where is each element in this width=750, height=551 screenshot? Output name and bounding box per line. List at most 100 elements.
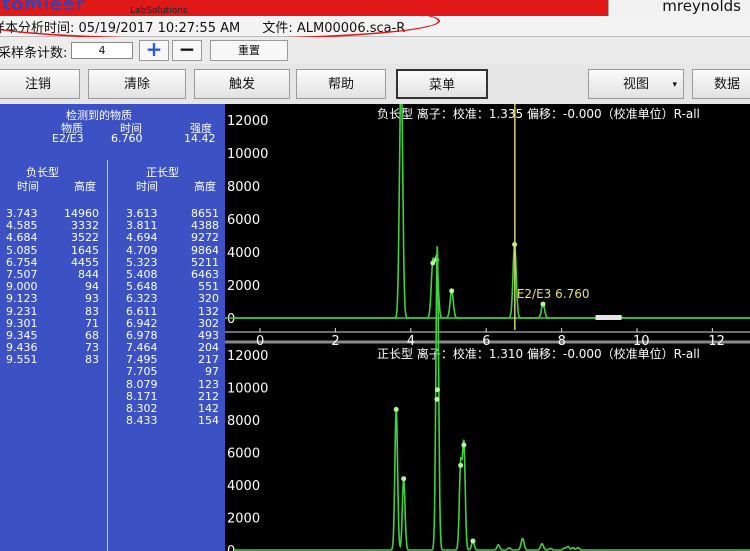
pos-peak-row: 6.611 132 <box>126 304 219 318</box>
neg-time-header: 时间 <box>17 180 39 193</box>
top-x-tick: 10 <box>633 334 650 349</box>
data-button[interactable]: 数据 <box>692 69 750 99</box>
chromatogram-svg: 负长型 离子：校准：1.335 偏移：-0.000（校准单位）R-all 正长型… <box>225 104 750 551</box>
pos-peak-row: 4.694 9272 <box>126 232 219 244</box>
detected-time: 6.760 <box>111 132 143 145</box>
detected-intensity: 14.42 <box>184 132 216 145</box>
top-y-tick: 10000 <box>227 147 268 162</box>
top-x-tick: 6 <box>482 334 490 349</box>
retention-marker-label: E2/E3 6.760 <box>517 287 590 301</box>
pos-peak-height: 132 <box>198 304 219 318</box>
bottom-plot-header: 正长型 离子：校准：1.310 偏移：-0.000（校准单位）R-all <box>377 346 700 361</box>
peak-marker <box>435 387 441 393</box>
clear-button[interactable]: 清除 <box>88 69 186 99</box>
bottom-y-tick: 12000 <box>227 349 268 364</box>
pos-peak-time: 7.705 <box>126 365 158 379</box>
pos-peak-time: 4.709 <box>126 243 158 257</box>
top-axis: 12000 10000 8000 6000 4000 2000 0 0 2 4 6 8 10 12 <box>225 114 750 349</box>
detected-substance: E2/E3 <box>52 132 84 145</box>
bottom-y-tick: 10000 <box>227 382 268 397</box>
chromatogram-area: 负长型 离子：校准：1.335 偏移：-0.000（校准单位）R-all 正长型… <box>225 104 750 551</box>
neg-peak-time: 9.231 <box>6 304 38 318</box>
pos-time-header: 时间 <box>136 180 158 193</box>
neg-peak-row: 5.085 1645 <box>6 243 99 257</box>
pos-peak-time: 6.323 <box>126 292 158 306</box>
top-x-tick: 4 <box>407 334 415 349</box>
top-y-tick: 6000 <box>227 213 260 228</box>
pos-peak-row: 8.079 123 <box>126 377 219 391</box>
pos-peak-row: 6.323 320 <box>126 293 219 305</box>
peak-marker <box>401 476 407 482</box>
pos-height-header: 高度 <box>194 180 216 193</box>
top-plot-header: 负长型 离子：校准：1.335 偏移：-0.000（校准单位）R-all <box>377 106 700 121</box>
peak-marker <box>393 406 399 412</box>
trigger-button[interactable]: 触发 <box>194 69 290 99</box>
peak-marker <box>461 442 467 448</box>
menu-button[interactable]: 菜单 <box>396 69 488 99</box>
top-x-tick: 2 <box>331 334 339 349</box>
pos-peak-row: 4.709 9864 <box>126 243 219 257</box>
decrement-button[interactable]: − <box>172 39 202 61</box>
pos-peak-height: 9272 <box>191 231 219 245</box>
pos-peak-row: 8.433 154 <box>126 414 219 428</box>
pos-peak-height: 97 <box>205 365 219 379</box>
logout-button[interactable]: 注销 <box>0 69 80 99</box>
top-x-tick: 12 <box>708 334 725 349</box>
peak-marker <box>470 538 476 544</box>
increment-button[interactable]: + <box>139 39 169 61</box>
neg-peak-list: 3.743 14960 4.585 3332 4.684 3522 5.085 1645 6.7… <box>6 207 99 366</box>
top-x-tick: 0 <box>256 334 264 349</box>
neg-peak-time: 9.551 <box>6 353 38 367</box>
peak-marker <box>540 301 546 307</box>
neg-peak-height: 3522 <box>71 231 99 245</box>
range-indicator <box>595 315 622 320</box>
top-y-tick: 4000 <box>227 246 260 261</box>
count-label: 采样条计数: <box>0 46 68 61</box>
bottom-y-tick: 2000 <box>227 512 260 527</box>
pos-peak-time: 8.079 <box>126 377 158 391</box>
top-y-tick: 2000 <box>227 279 260 294</box>
pos-peak-list: 3.613 8651 3.811 4388 4.694 9272 4.709 9864 5.32… <box>126 207 219 428</box>
neg-peak-row: 9.231 83 <box>6 304 99 318</box>
column-divider <box>107 160 108 551</box>
reset-button[interactable]: 重置 <box>210 40 288 61</box>
neg-peak-row: 9.123 93 <box>6 293 99 305</box>
pos-peak-height: 154 <box>198 414 219 428</box>
toolbar: 注销 清除 触发 帮助 菜单 视图 ▾ 数据 <box>0 64 750 105</box>
view-label: 视图 <box>622 77 649 92</box>
bottom-y-tick: 6000 <box>227 447 260 462</box>
neg-peak-time: 4.684 <box>6 231 38 245</box>
help-button[interactable]: 帮助 <box>296 69 386 99</box>
neg-peak-height: 83 <box>85 304 99 318</box>
pos-peak-height: 320 <box>198 292 219 306</box>
results-panel: 检测到的物质 物质 时间 强度 E2/E3 6.760 14.42 负长型 正长… <box>0 104 225 551</box>
pos-peak-row: 7.705 97 <box>126 366 219 378</box>
neg-peak-time: 5.085 <box>6 243 38 257</box>
count-bar: 采样条计数: 4 + − 重置 <box>0 37 750 64</box>
bottom-axis: 120001000080006000400020000 <box>227 349 268 551</box>
pos-peak-height: 123 <box>198 377 219 391</box>
pos-peak-time: 8.433 <box>126 414 158 428</box>
top-trace: E2/E3 6.760 <box>233 104 750 330</box>
view-dropdown[interactable]: 视图 ▾ <box>588 69 684 99</box>
neg-peak-time: 9.123 <box>6 292 38 306</box>
bottom-y-tick: 4000 <box>227 479 260 494</box>
bottom-y-tick: 8000 <box>227 414 260 429</box>
neg-peak-row: 9.551 83 <box>6 354 99 366</box>
pos-peak-height: 9864 <box>191 243 219 257</box>
neg-peak-height: 1645 <box>71 243 99 257</box>
count-input[interactable]: 4 <box>71 42 133 59</box>
neg-peak-row: 4.684 3522 <box>6 232 99 244</box>
top-y-tick: 8000 <box>227 180 260 195</box>
top-y-tick: 12000 <box>227 114 268 129</box>
bottom-trace <box>233 246 750 551</box>
neg-height-header: 高度 <box>74 180 96 193</box>
trace-line <box>233 246 750 551</box>
chevron-down-icon: ▾ <box>672 80 677 90</box>
user-box[interactable]: mreynolds <box>608 0 750 16</box>
peak-marker <box>434 396 440 402</box>
trace-line <box>233 104 750 319</box>
peak-marker <box>458 462 464 468</box>
top-y-tick: 0 <box>227 312 235 327</box>
user-name: mreynolds <box>662 0 741 15</box>
